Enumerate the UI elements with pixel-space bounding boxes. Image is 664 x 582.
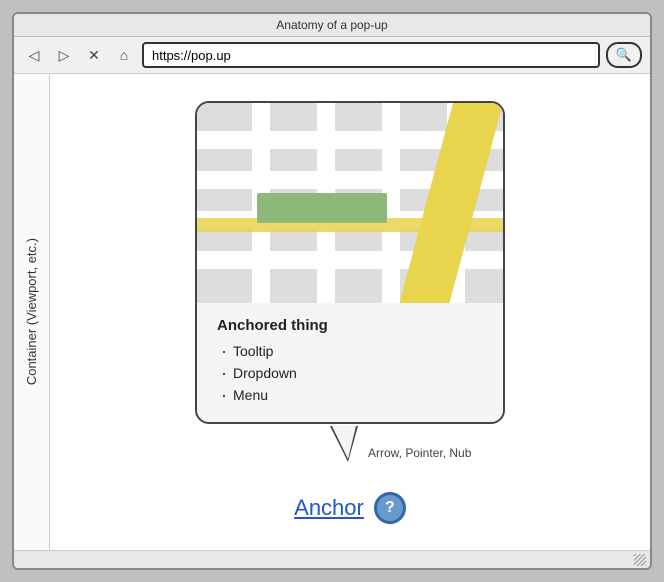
popup-box: Anchored thing Tooltip Dropdown Menu	[195, 101, 505, 424]
popup-arrow	[330, 426, 358, 462]
arrow-label: Arrow, Pointer, Nub	[368, 446, 471, 460]
browser-window: Anatomy of a pop-up ◁ ▷ ✕ ⌂ 🔍 Container …	[12, 12, 652, 570]
map-streets	[197, 103, 503, 303]
search-icon: 🔍	[616, 47, 632, 63]
list-item: Tooltip	[221, 340, 483, 362]
status-bar	[14, 550, 650, 568]
forward-button[interactable]: ▷	[52, 43, 76, 67]
title-bar: Anatomy of a pop-up	[14, 14, 650, 37]
main-area: Anchored thing Tooltip Dropdown Menu Arr…	[50, 74, 650, 550]
container-label: Container (Viewport, etc.)	[14, 74, 50, 550]
toolbar: ◁ ▷ ✕ ⌂ 🔍	[14, 37, 650, 74]
address-bar[interactable]	[142, 42, 600, 68]
anchor-row: Anchor ?	[294, 492, 406, 524]
popup-info: Anchored thing Tooltip Dropdown Menu	[197, 303, 503, 422]
popup-item-list: Tooltip Dropdown Menu	[217, 340, 483, 406]
map-area	[197, 103, 503, 303]
popup-title: Anchored thing	[217, 317, 483, 334]
resize-handle[interactable]	[634, 554, 646, 566]
help-button[interactable]: ?	[374, 492, 406, 524]
list-item: Dropdown	[221, 362, 483, 384]
back-button[interactable]: ◁	[22, 43, 46, 67]
browser-content: Container (Viewport, etc.)	[14, 74, 650, 550]
search-button[interactable]: 🔍	[606, 42, 642, 68]
close-button[interactable]: ✕	[82, 43, 106, 67]
popup-container: Anchored thing Tooltip Dropdown Menu Arr…	[195, 101, 505, 424]
popup-arrow-area: Arrow, Pointer, Nub	[330, 426, 471, 462]
window-title: Anatomy of a pop-up	[276, 18, 387, 32]
list-item: Menu	[221, 384, 483, 406]
home-button[interactable]: ⌂	[112, 43, 136, 67]
anchor-link[interactable]: Anchor	[294, 495, 364, 521]
